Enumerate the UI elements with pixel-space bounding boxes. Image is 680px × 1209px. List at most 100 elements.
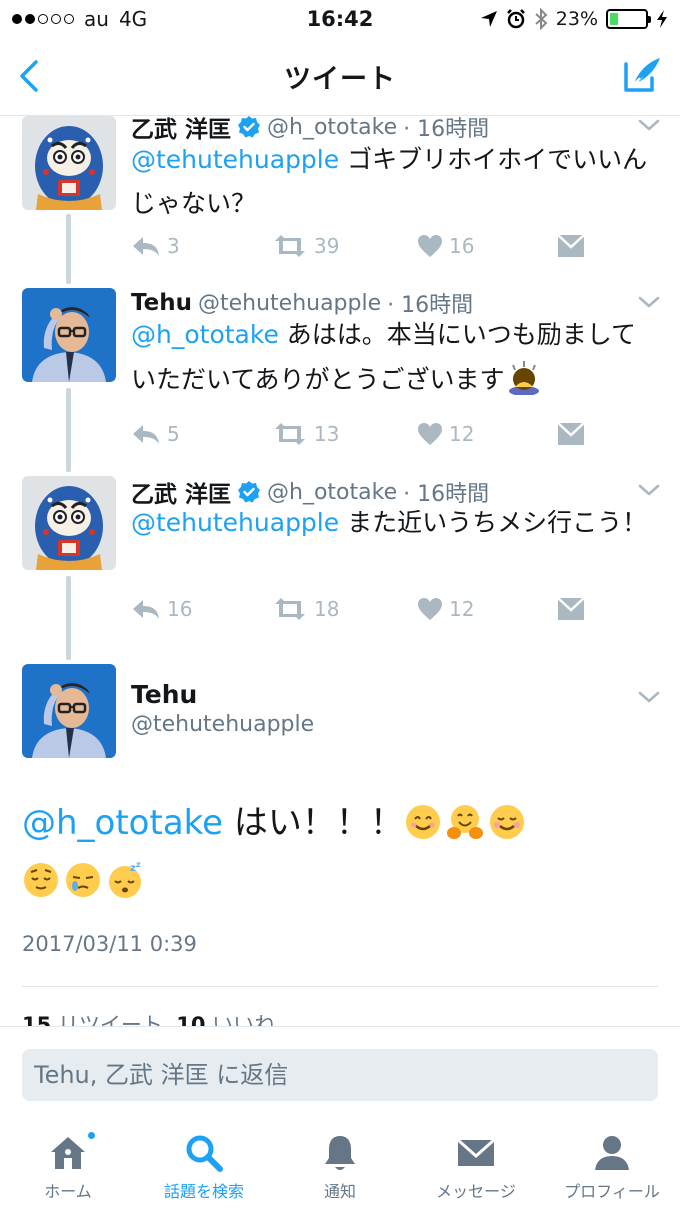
retweet-button[interactable]: 39 — [272, 234, 417, 258]
tweet-timestamp: 2017/03/11 0:39 — [22, 932, 197, 956]
direct-message-button[interactable] — [557, 234, 585, 258]
notification-dot — [86, 1130, 97, 1141]
direct-message-button[interactable] — [557, 597, 585, 621]
direct-message-button[interactable] — [557, 422, 585, 446]
display-name[interactable]: Tehu — [131, 680, 197, 709]
bell-icon — [325, 1136, 355, 1170]
user-handle: @tehutehuapple — [131, 712, 315, 737]
tab-notifications[interactable]: 通知 — [272, 1118, 408, 1209]
tweet-body: また近いうちメシ行こう！ — [339, 508, 648, 537]
status-left: au 4G — [12, 7, 272, 31]
tweet-body: はい！！！ — [223, 803, 404, 843]
reply-bar — [0, 1026, 680, 1118]
bluetooth-icon — [535, 8, 548, 30]
compose-tweet-icon[interactable] — [620, 54, 662, 96]
reply-count: 16 — [167, 597, 193, 621]
retweet-button[interactable]: 18 — [272, 597, 417, 621]
network-label: 4G — [118, 7, 148, 31]
thread-line — [66, 388, 71, 472]
charging-icon — [657, 10, 667, 28]
tweet-actions: 16 18 12 — [131, 594, 601, 624]
signal-strength-icon — [12, 14, 74, 24]
focused-tweet: Tehu @tehutehuapple @h_ototake はい！！！ 201… — [0, 664, 680, 1026]
reply-button[interactable]: 16 — [131, 597, 272, 621]
reply-count: 5 — [167, 422, 180, 446]
retweets-label: リツイート — [57, 1013, 163, 1026]
reply-icon — [131, 422, 161, 446]
envelope-icon — [457, 1138, 495, 1166]
alarm-icon — [506, 9, 525, 29]
battery-fill — [610, 13, 618, 25]
envelope-icon — [557, 597, 585, 621]
reply-count: 3 — [167, 234, 180, 258]
conversation-timeline: 乙武 洋匡 @h_ototake · 16時間 @tehutehuapple ゴ… — [0, 116, 680, 1026]
reply-tweet[interactable]: 乙武 洋匡 @h_ototake · 16時間 @tehutehuapple ま… — [0, 476, 680, 664]
bowing-person-emoji — [505, 357, 543, 395]
tab-messages[interactable]: メッセージ — [408, 1118, 544, 1209]
relieved-face-emoji — [22, 861, 60, 899]
status-right: 23% — [408, 8, 668, 30]
person-icon — [595, 1136, 629, 1170]
like-count: 12 — [449, 597, 475, 621]
retweet-count: 13 — [314, 422, 340, 446]
chevron-down-icon[interactable] — [638, 295, 660, 309]
mention-link[interactable]: @h_ototake — [131, 320, 279, 349]
reply-tweet[interactable]: 乙武 洋匡 @h_ototake · 16時間 @tehutehuapple ゴ… — [0, 116, 680, 288]
sleepy-face-emoji — [64, 861, 102, 899]
search-icon — [186, 1135, 223, 1172]
relaxed-face-emoji — [488, 803, 526, 841]
envelope-icon — [557, 422, 585, 446]
tab-label: ホーム — [44, 1182, 92, 1201]
tweet-text: @h_ototake はい！！！ — [22, 794, 662, 910]
envelope-icon — [557, 234, 585, 258]
avatar[interactable] — [22, 476, 116, 570]
retweet-icon — [272, 234, 308, 258]
carrier-label: au — [84, 7, 109, 31]
heart-icon — [417, 597, 443, 621]
avatar[interactable] — [22, 664, 116, 758]
like-button[interactable]: 12 — [417, 597, 557, 621]
tab-bar: ホーム 話題を検索 通知 メッセージ プロフィール — [0, 1118, 680, 1209]
tweet-text: @tehutehuapple また近いうちメシ行こう！ — [131, 501, 651, 545]
status-bar: au 4G 16:42 23% — [0, 0, 680, 38]
back-chevron-icon[interactable] — [10, 56, 50, 96]
tab-label: 話題を検索 — [163, 1182, 244, 1201]
like-button[interactable]: 12 — [417, 422, 557, 446]
thread-line — [66, 214, 71, 284]
mention-link[interactable]: @tehutehuapple — [131, 508, 339, 537]
retweet-button[interactable]: 13 — [272, 422, 417, 446]
reply-input[interactable] — [22, 1049, 658, 1101]
reply-tweet[interactable]: Tehu @tehutehuapple · 16時間 @h_ototake あは… — [0, 288, 680, 476]
reply-icon — [131, 597, 161, 621]
avatar[interactable] — [22, 288, 116, 382]
user-handle: @tehutehuapple — [197, 290, 382, 316]
battery-percent: 23% — [555, 8, 598, 30]
divider — [22, 986, 658, 987]
tab-profile[interactable]: プロフィール — [544, 1118, 680, 1209]
verified-badge-icon — [237, 116, 261, 139]
reply-button[interactable]: 5 — [131, 422, 272, 446]
mention-link[interactable]: @tehutehuapple — [131, 145, 339, 174]
tab-explore[interactable]: 話題を検索 — [136, 1118, 272, 1209]
tweet-text: @h_ototake あはは。本当にいつも励ましていただいてありがとうございます — [131, 313, 651, 402]
heart-icon — [417, 422, 443, 446]
retweet-count: 18 — [314, 597, 340, 621]
like-button[interactable]: 16 — [417, 234, 557, 258]
chevron-down-icon[interactable] — [638, 483, 660, 497]
nav-bar: ツイート — [0, 38, 680, 116]
engagement-counts[interactable]: 15 リツイート 10 いいね — [22, 1009, 275, 1026]
battery-icon — [606, 9, 651, 29]
chevron-down-icon[interactable] — [638, 118, 660, 132]
likes-label: いいね — [212, 1013, 276, 1026]
smiling-face-emoji — [404, 803, 442, 841]
page-title: ツイート — [284, 64, 396, 95]
reply-icon — [131, 234, 161, 258]
tab-home[interactable]: ホーム — [0, 1118, 136, 1209]
reply-button[interactable]: 3 — [131, 234, 272, 258]
likes-count: 10 — [176, 1013, 206, 1026]
like-count: 12 — [449, 422, 475, 446]
avatar[interactable] — [22, 116, 116, 210]
chevron-down-icon[interactable] — [638, 690, 660, 704]
mention-link[interactable]: @h_ototake — [22, 803, 223, 843]
tweet-actions: 3 39 16 — [131, 231, 601, 261]
